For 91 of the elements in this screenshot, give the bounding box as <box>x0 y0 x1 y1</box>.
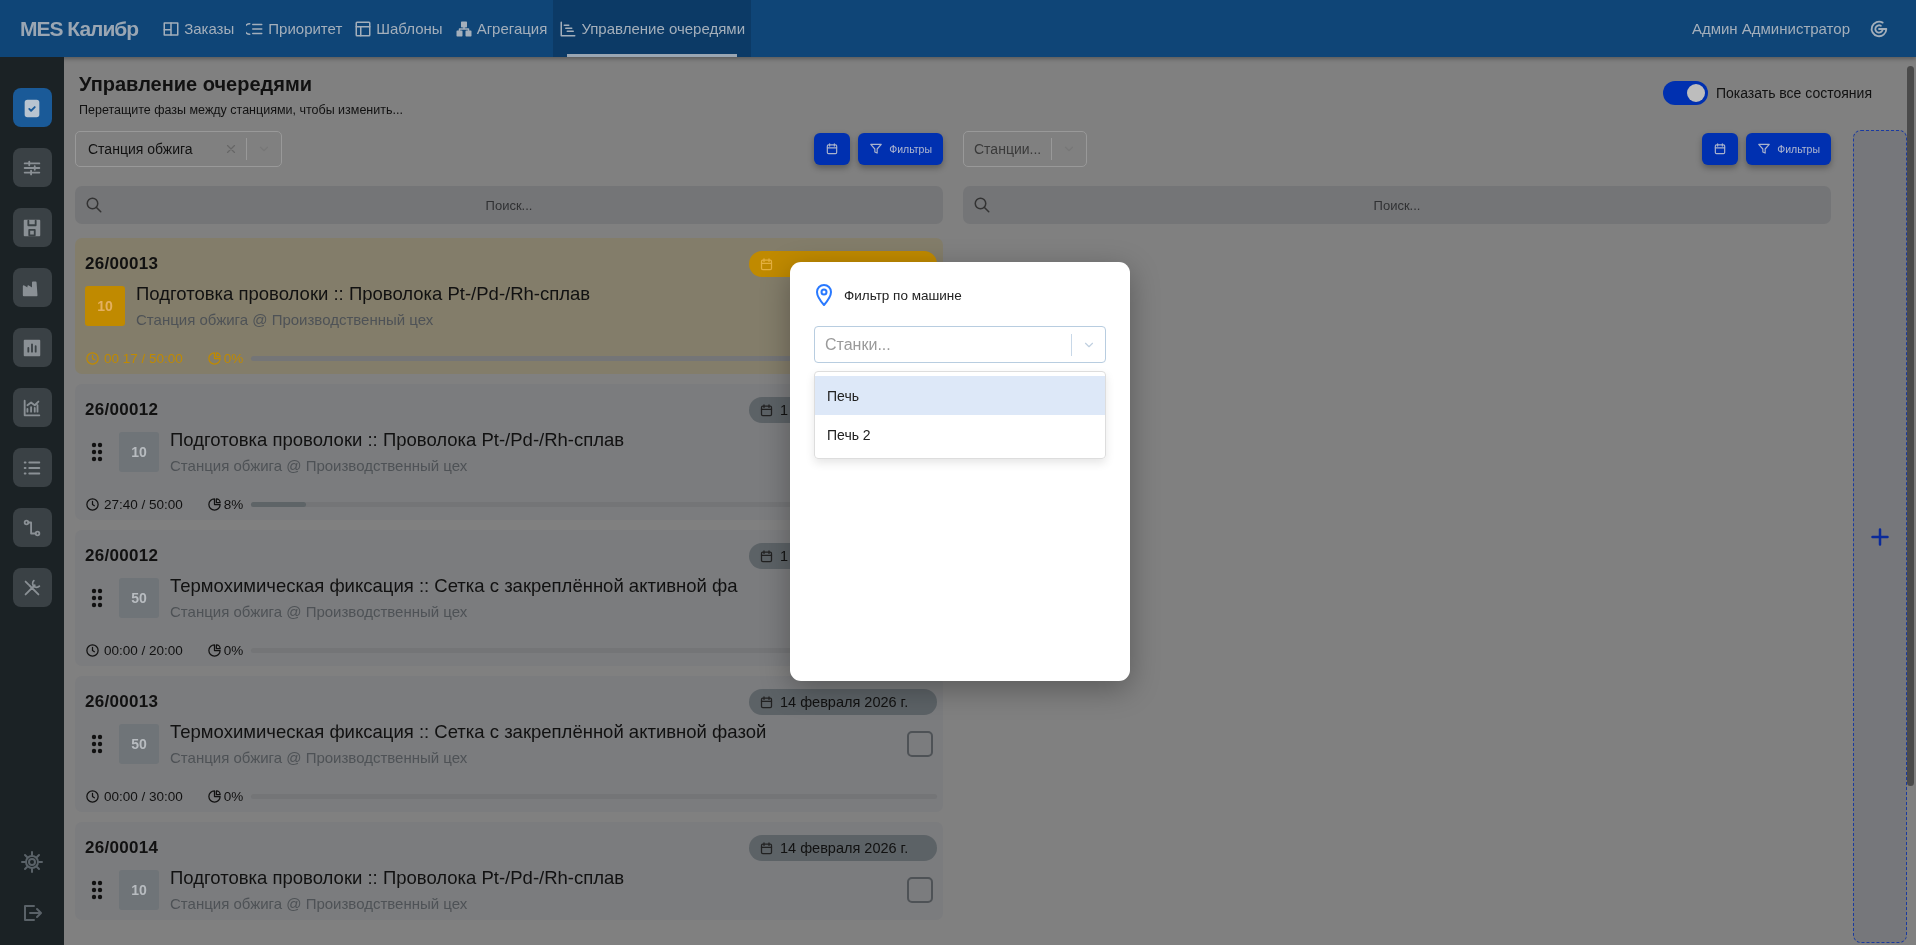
nav-tab[interactable]: Шаблоны <box>348 0 449 57</box>
calendar-icon <box>825 142 840 156</box>
time-text: 00:00 / 20:00 <box>104 642 183 658</box>
nav-tab[interactable]: Приоритет <box>240 0 349 57</box>
time-text: 00 17 / 50:00 <box>104 350 183 366</box>
clock-icon <box>85 642 100 658</box>
filters-button[interactable]: Фильтры <box>858 133 943 165</box>
sidebar-button[interactable] <box>12 268 52 307</box>
board-icon <box>162 19 181 38</box>
pie-icon <box>206 496 222 512</box>
pie-icon <box>206 350 222 366</box>
hierarchy-icon <box>454 19 473 38</box>
search-icon <box>973 196 991 214</box>
phase-number: 10 <box>119 870 159 910</box>
date-text: 1 <box>780 402 789 418</box>
nav-tab[interactable]: Агрегация <box>448 0 554 57</box>
filters-button[interactable]: Фильтры <box>1746 133 1831 165</box>
phase-number: 10 <box>85 286 125 326</box>
clock-icon <box>85 788 100 804</box>
pie-icon <box>206 642 222 658</box>
search-field[interactable]: Поиск... <box>75 186 943 224</box>
sidebar-button[interactable] <box>12 568 52 607</box>
progress-text: 0% <box>223 642 244 658</box>
calendar-icon <box>759 694 774 710</box>
app-logo: MES Калибр <box>20 16 139 41</box>
calendar-button[interactable] <box>1702 133 1739 165</box>
checkbox[interactable] <box>907 877 933 903</box>
pie-icon <box>206 788 222 804</box>
date-text: 14 февраля 2026 г. <box>780 694 909 710</box>
plus-icon <box>1870 526 1890 547</box>
calendar-icon <box>759 256 774 272</box>
toggle-label: Показать все состояния <box>1715 85 1872 101</box>
clock-icon <box>85 496 100 512</box>
progress-text: 0% <box>223 788 244 804</box>
sidebar-button[interactable] <box>12 448 52 487</box>
order-number: 26/00013 <box>85 692 159 712</box>
search-icon <box>85 196 103 214</box>
calendar-icon <box>759 548 774 564</box>
sidebar-button[interactable] <box>12 88 52 127</box>
machine-select[interactable]: Станки... <box>814 326 1106 363</box>
settings-icon[interactable] <box>20 850 44 874</box>
task-title: Термохимическая фиксация :: Сетка с закреплённой активной фазой <box>170 720 767 744</box>
order-number: 26/00012 <box>85 400 159 420</box>
progress-text: 8% <box>223 496 244 512</box>
search-field[interactable]: Поиск... <box>963 186 1831 224</box>
phase-number: 10 <box>119 432 159 472</box>
drag-handle-icon[interactable] <box>91 442 103 462</box>
date-text: 14 февраля 2026 г. <box>780 840 909 856</box>
calendar-icon <box>1713 142 1728 156</box>
sidebar-button[interactable] <box>12 508 52 547</box>
calendar-icon <box>759 402 774 418</box>
sidebar-button[interactable] <box>12 388 52 427</box>
task-title: Подготовка проволоки :: Проволока Pt-/Pd-/Rh-сплав <box>170 866 625 890</box>
filter-icon <box>869 142 884 156</box>
task-title: Подготовка проволоки :: Проволока Pt-/Pd-/Rh-сплав <box>170 428 625 452</box>
station-select[interactable]: Станции... <box>963 131 1088 167</box>
calendar-button[interactable] <box>814 133 851 165</box>
scrollbar[interactable] <box>1907 66 1914 786</box>
template-icon <box>354 19 373 38</box>
time-text: 00:00 / 30:00 <box>104 788 183 804</box>
time-text: 27:40 / 50:00 <box>104 496 183 512</box>
phase-number: 50 <box>119 724 159 764</box>
nav-tab[interactable]: Заказы <box>156 0 241 57</box>
calendar-icon <box>759 840 774 856</box>
task-title: Термохимическая фиксация :: Сетка с закреплённой активной фа <box>170 574 738 598</box>
page-subtitle: Перетащите фазы между станциями, чтобы изменить... <box>79 103 403 117</box>
nav-tab[interactable]: Управление очередями <box>553 0 752 57</box>
page-title: Управление очередями <box>79 73 313 96</box>
map-pin-icon <box>814 283 834 307</box>
queue-chart-icon <box>559 19 578 38</box>
task-title: Подготовка проволоки :: Проволока Pt-/Pd-/Rh-сплав <box>136 282 591 306</box>
dropdown-option[interactable]: Печь 2 <box>815 415 1105 454</box>
checkbox[interactable] <box>907 731 933 757</box>
toggle-switch[interactable] <box>1662 81 1708 105</box>
phase-number: 50 <box>119 578 159 618</box>
order-number: 26/00012 <box>85 546 159 566</box>
progress-text: 0% <box>223 350 244 366</box>
filter-icon <box>1757 142 1772 156</box>
station-select[interactable]: Станция обжига <box>75 131 282 167</box>
drag-handle-icon[interactable] <box>91 880 103 900</box>
drag-handle-icon[interactable] <box>91 588 103 608</box>
drag-handle-icon[interactable] <box>91 734 103 754</box>
order-number: 26/00014 <box>85 838 159 858</box>
user-name[interactable]: Админ Администратор <box>1691 20 1850 37</box>
sidebar-button[interactable] <box>12 328 52 367</box>
sidebar-button[interactable] <box>12 148 52 187</box>
order-number: 26/00013 <box>85 254 159 274</box>
clock-icon <box>85 350 100 366</box>
sidebar-button[interactable] <box>12 208 52 247</box>
dropdown-option[interactable]: Печь <box>815 376 1105 415</box>
date-text: 1 <box>780 548 789 564</box>
